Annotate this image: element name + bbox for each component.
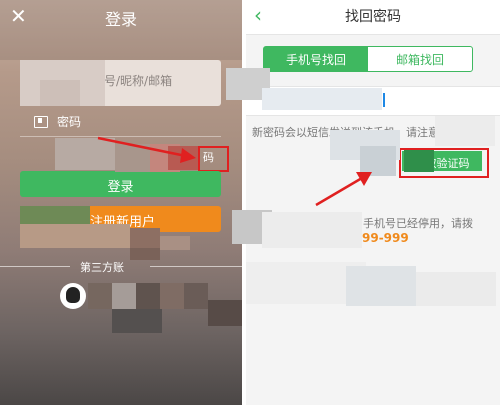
blurred-region bbox=[262, 88, 382, 110]
lock-icon-detail bbox=[38, 118, 42, 123]
blurred-region bbox=[360, 146, 396, 176]
password-field[interactable]: 密码 bbox=[57, 113, 81, 130]
page-title: 找回密码 bbox=[345, 9, 401, 25]
blurred-region bbox=[160, 236, 190, 250]
blurred-region bbox=[20, 224, 130, 248]
blurred-region bbox=[160, 283, 184, 309]
blurred-region bbox=[346, 266, 416, 306]
blurred-region bbox=[130, 228, 160, 248]
blurred-region bbox=[112, 283, 136, 309]
blurred-region bbox=[40, 80, 80, 106]
tab-email[interactable]: 邮箱找回 bbox=[368, 51, 472, 68]
page-title: 登录 bbox=[104, 10, 137, 29]
blurred-region bbox=[262, 212, 362, 248]
blurred-region bbox=[112, 309, 162, 333]
tab-phone-label: 手机号找回 bbox=[285, 53, 346, 67]
blurred-region bbox=[168, 146, 198, 170]
blurred-region bbox=[115, 144, 150, 172]
blurred-region bbox=[136, 283, 160, 309]
text-cursor bbox=[383, 93, 385, 107]
divider bbox=[20, 136, 221, 137]
forgot-password-link[interactable]: 码 bbox=[203, 149, 214, 165]
blurred-region bbox=[404, 150, 434, 172]
blurred-region bbox=[184, 283, 208, 309]
blurred-region bbox=[208, 300, 242, 326]
divider bbox=[150, 266, 242, 267]
divider bbox=[0, 266, 70, 267]
service-phone-number[interactable]: 99-999 bbox=[362, 231, 409, 245]
blurred-region bbox=[55, 138, 115, 170]
blurred-region bbox=[435, 116, 495, 146]
phone-disabled-text: 手机号已经停用，请拨 bbox=[363, 217, 473, 230]
account-placeholder: 号/昵称/邮箱 bbox=[104, 74, 173, 88]
blurred-region bbox=[130, 248, 160, 260]
third-party-label: 第三方账 bbox=[80, 261, 124, 274]
blurred-region bbox=[88, 283, 112, 309]
qq-icon bbox=[66, 287, 80, 303]
blurred-region bbox=[416, 272, 496, 306]
login-button-label: 登录 bbox=[107, 180, 134, 195]
